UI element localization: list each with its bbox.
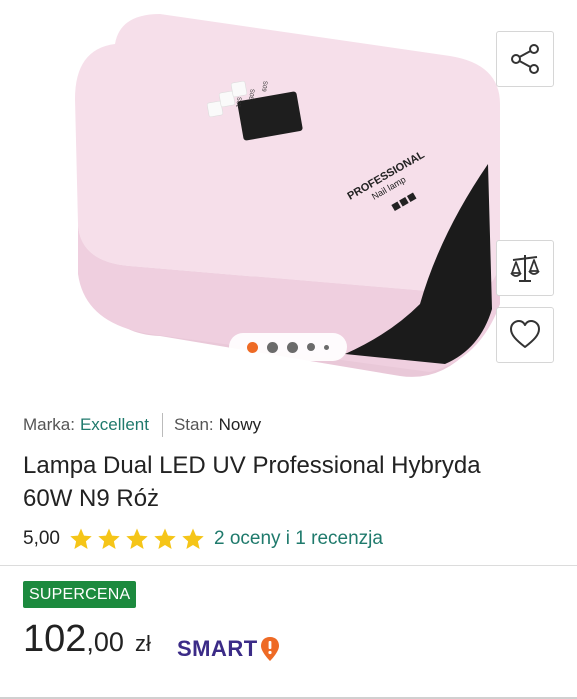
price-integer: 102 (23, 618, 87, 660)
gallery-dot-1[interactable] (247, 341, 258, 353)
star-icon (154, 528, 176, 549)
gallery-pagination (229, 333, 347, 361)
price: 102 ,00 zł (23, 618, 151, 664)
condition-label: Stan: (173, 415, 214, 434)
star-icon (70, 528, 92, 549)
star-icon (126, 528, 148, 549)
rating-stars (69, 527, 205, 551)
gallery-dot-2[interactable] (267, 341, 278, 353)
price-currency: zł (134, 631, 151, 656)
reviews-link[interactable]: 2 oceny i 1 recenzja (214, 528, 383, 550)
rating-row: 5,00 2 oceny i 1 recenzja (23, 526, 383, 552)
meta-separator (161, 413, 163, 437)
section-divider (0, 565, 577, 566)
compare-button[interactable] (496, 240, 554, 296)
star-icon (98, 528, 120, 549)
supercena-badge: SUPERCENA (23, 581, 137, 608)
product-meta: Marka: Excellent Stan: Nowy (23, 413, 261, 437)
gallery-dot-5[interactable] (324, 344, 329, 350)
smart-badge[interactable]: SMART (177, 634, 281, 664)
favorite-button[interactable] (496, 307, 554, 363)
share-icon (511, 44, 539, 74)
brand-label: Marka: (23, 415, 75, 434)
gallery-dot-4[interactable] (307, 343, 315, 351)
smart-label: SMART (177, 636, 258, 661)
brand-link[interactable]: Excellent (80, 415, 149, 435)
gallery-dot-3[interactable] (287, 341, 298, 353)
rating-score: 5,00 (23, 528, 60, 549)
condition-value: Nowy (218, 415, 262, 434)
price-decimal: ,00 (86, 627, 124, 657)
share-button[interactable] (496, 31, 554, 87)
product-title: Lampa Dual LED UV Professional Hybryda 6… (23, 452, 481, 512)
product-image[interactable]: 10S 30S 60S PROFESSIONAL Nail lamp (60, 4, 510, 384)
product-gallery[interactable]: 10S 30S 60S PROFESSIONAL Nail lamp (0, 0, 577, 385)
star-icon (182, 528, 204, 549)
smart-pin-icon (260, 637, 279, 661)
heart-icon (510, 320, 540, 348)
compare-scale-icon (510, 255, 540, 282)
